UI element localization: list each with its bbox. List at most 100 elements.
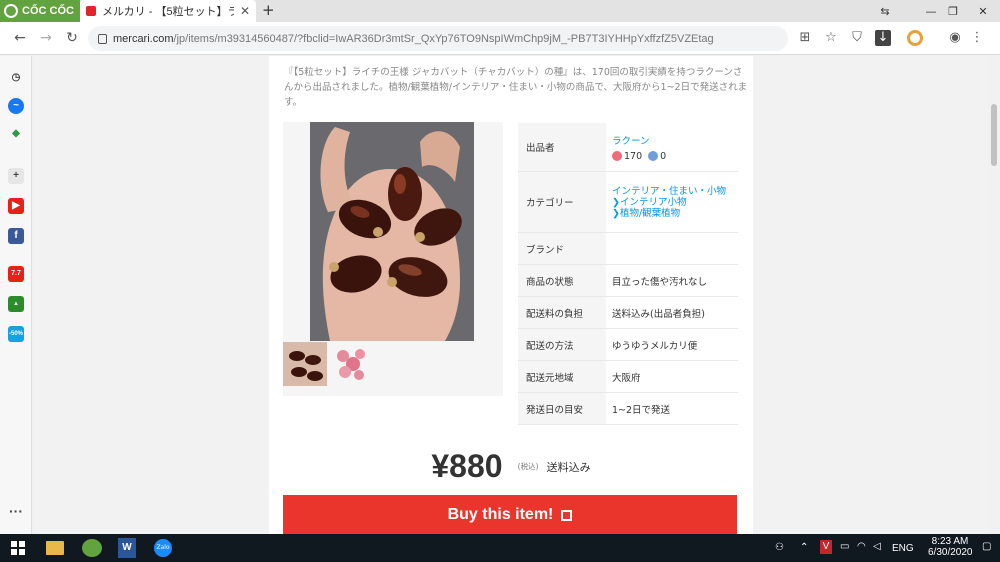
row-value: 1~2日で発送	[612, 404, 671, 416]
antivirus-icon[interactable]: V	[820, 540, 832, 554]
windows-taskbar: W Zalo ⚇ ⌃ V ▭ ◠ ◁ ENG 8:23 AM 6/30/2020…	[0, 534, 1000, 562]
seller-cell: ラクーン 170 0	[606, 123, 738, 171]
table-row: 商品の状態 目立った傷や汚れなし	[518, 265, 738, 297]
tray-chevron-icon[interactable]: ⌃	[800, 542, 808, 553]
coccoc-taskbar-icon[interactable]	[82, 539, 102, 557]
windows-start-icon[interactable]	[10, 538, 26, 558]
url-text[interactable]: mercari.com/jp/items/m39314560487/?fbcli…	[113, 33, 714, 45]
language-indicator[interactable]: ENG	[892, 543, 914, 554]
thumbnail-seeds-image	[283, 342, 327, 386]
chevron-right-icon: ❯	[612, 207, 620, 219]
category-link-3-label: 植物/観葉植物	[619, 207, 681, 219]
thumbnail-1[interactable]	[283, 342, 327, 386]
add-sidebar-icon[interactable]: +	[8, 168, 24, 184]
row-key: カテゴリー	[518, 172, 606, 232]
item-price: ¥880	[431, 448, 503, 484]
bookmark-star-icon[interactable]: ☆	[823, 30, 839, 46]
mercari-favicon-icon	[86, 6, 96, 16]
row-key: 発送日の目安	[518, 393, 606, 424]
brand-label: CỐC CỐC	[22, 5, 74, 17]
price-block: ¥880 (税込) 送料込み	[269, 448, 753, 485]
translate-icon[interactable]: ⊞	[797, 30, 813, 46]
pin-window-button[interactable]: ⇆	[862, 0, 908, 22]
shipping-label: 送料込み	[546, 460, 591, 474]
table-row: カテゴリー インテリア・住まい・小物 ❯インテリア小物 ❯植物/観葉植物	[518, 172, 738, 233]
coccoc-brand-button[interactable]: CỐC CỐC	[0, 0, 80, 22]
menu-icon[interactable]: ⋮	[969, 30, 985, 46]
row-key: 商品の状態	[518, 265, 606, 296]
clock[interactable]: 8:23 AM 6/30/2020	[928, 536, 973, 558]
seller-link[interactable]: ラクーン	[612, 133, 666, 147]
item-info-table: 出品者 ラクーン 170 0 カテゴリー インテリア・住まい・小物 ❯インテリア…	[518, 123, 738, 425]
close-tab-icon[interactable]: ✕	[240, 4, 250, 18]
seller-ratings: 170 0	[612, 151, 666, 162]
url-host: mercari.com	[113, 32, 174, 45]
reload-button[interactable]: ↻	[62, 28, 82, 48]
extension-icon[interactable]	[907, 30, 923, 46]
profile-icon[interactable]: ◉	[947, 30, 963, 46]
table-row: 配送元地域 大阪府	[518, 361, 738, 393]
table-row: ブランド	[518, 233, 738, 265]
history-icon[interactable]: ◷	[8, 70, 24, 86]
wifi-icon[interactable]: ◠	[857, 541, 866, 552]
thumbnail-2[interactable]	[329, 342, 373, 386]
address-bar[interactable]: mercari.com/jp/items/m39314560487/?fbcli…	[88, 26, 788, 51]
forward-button[interactable]: →	[36, 28, 56, 48]
people-icon[interactable]: ⚇	[775, 542, 784, 553]
close-window-button[interactable]: ✕	[960, 0, 1000, 22]
good-count: 170	[624, 150, 643, 162]
shield-icon[interactable]: ⛉	[849, 30, 865, 46]
table-row: 配送の方法 ゆうゆうメルカリ便	[518, 329, 738, 361]
more-icon[interactable]: ···	[8, 504, 24, 522]
zalo-icon[interactable]: Zalo	[154, 539, 172, 557]
youtube-icon[interactable]: ▶	[8, 198, 24, 214]
browser-tab-active[interactable]: メルカリ - 【5粒セット】ライチの王 ✕	[80, 0, 256, 22]
row-value	[606, 233, 738, 264]
category-link-2[interactable]: ❯インテリア小物	[612, 197, 726, 208]
row-value: ゆうゆうメルカリ便	[612, 340, 698, 352]
messenger-icon[interactable]: ~	[8, 98, 24, 114]
row-value: 大阪府	[612, 372, 641, 384]
table-row: 配送料の負担 送料込み(出品者負担)	[518, 297, 738, 329]
shopping-bag-icon[interactable]: 7.7	[8, 266, 24, 282]
sale-50-icon[interactable]: -50%	[8, 326, 24, 342]
clock-date: 6/30/2020	[928, 547, 973, 558]
download-icon[interactable]: ↓	[875, 30, 891, 46]
volume-icon[interactable]: ◁	[873, 541, 881, 552]
table-row: 出品者 ラクーン 170 0	[518, 123, 738, 172]
browser-toolbar: ← → ↻ mercari.com/jp/items/m39314560487/…	[0, 22, 1000, 55]
good-rating: 170	[612, 151, 642, 162]
tab-strip: CỐC CỐC メルカリ - 【5粒セット】ライチの王 ✕ + ⇆ — ❐ ✕	[0, 0, 1000, 22]
bad-rating: 0	[648, 151, 666, 162]
thumbnail-lychee-image	[329, 342, 373, 386]
notification-icon[interactable]: ▢	[982, 541, 991, 552]
row-value: 目立った傷や汚れなし	[612, 276, 708, 288]
new-tab-button[interactable]: +	[262, 1, 275, 19]
chevron-right-icon: ❯	[612, 196, 620, 208]
smile-face-icon	[612, 151, 622, 161]
category-link-2-label: インテリア小物	[619, 196, 687, 208]
page-scrollbar[interactable]	[988, 56, 1000, 534]
main-item-photo[interactable]	[310, 122, 474, 341]
row-key: 配送元地域	[518, 361, 606, 392]
category-link-1[interactable]: インテリア・住まい・小物	[612, 186, 726, 197]
facebook-icon[interactable]: f	[8, 228, 24, 244]
clock-time: 8:23 AM	[931, 536, 969, 547]
row-key: 配送料の負担	[518, 297, 606, 328]
category-cell: インテリア・住まい・小物 ❯インテリア小物 ❯植物/観葉植物	[606, 172, 738, 232]
lock-icon	[98, 33, 107, 44]
frown-face-icon	[648, 151, 659, 161]
row-value: 送料込み(出品者負担)	[612, 308, 705, 320]
photo-gallery	[283, 122, 503, 396]
file-explorer-icon[interactable]	[46, 541, 64, 555]
game-banner-icon[interactable]: ▲	[8, 296, 24, 312]
category-link-3[interactable]: ❯植物/観葉植物	[612, 208, 726, 219]
scrollbar-thumb[interactable]	[991, 104, 997, 166]
word-icon[interactable]: W	[118, 538, 136, 558]
game-controller-icon[interactable]: ◆	[8, 126, 24, 142]
back-button[interactable]: ←	[10, 28, 30, 48]
battery-icon[interactable]: ▭	[840, 541, 849, 552]
buy-item-button[interactable]: Buy this item!	[283, 495, 737, 534]
web-page: 『【5粒セット】ライチの王様 ジャカバット（チャカバット）の種』は、170回の取…	[33, 56, 988, 534]
tax-label: (税込)	[517, 462, 539, 471]
